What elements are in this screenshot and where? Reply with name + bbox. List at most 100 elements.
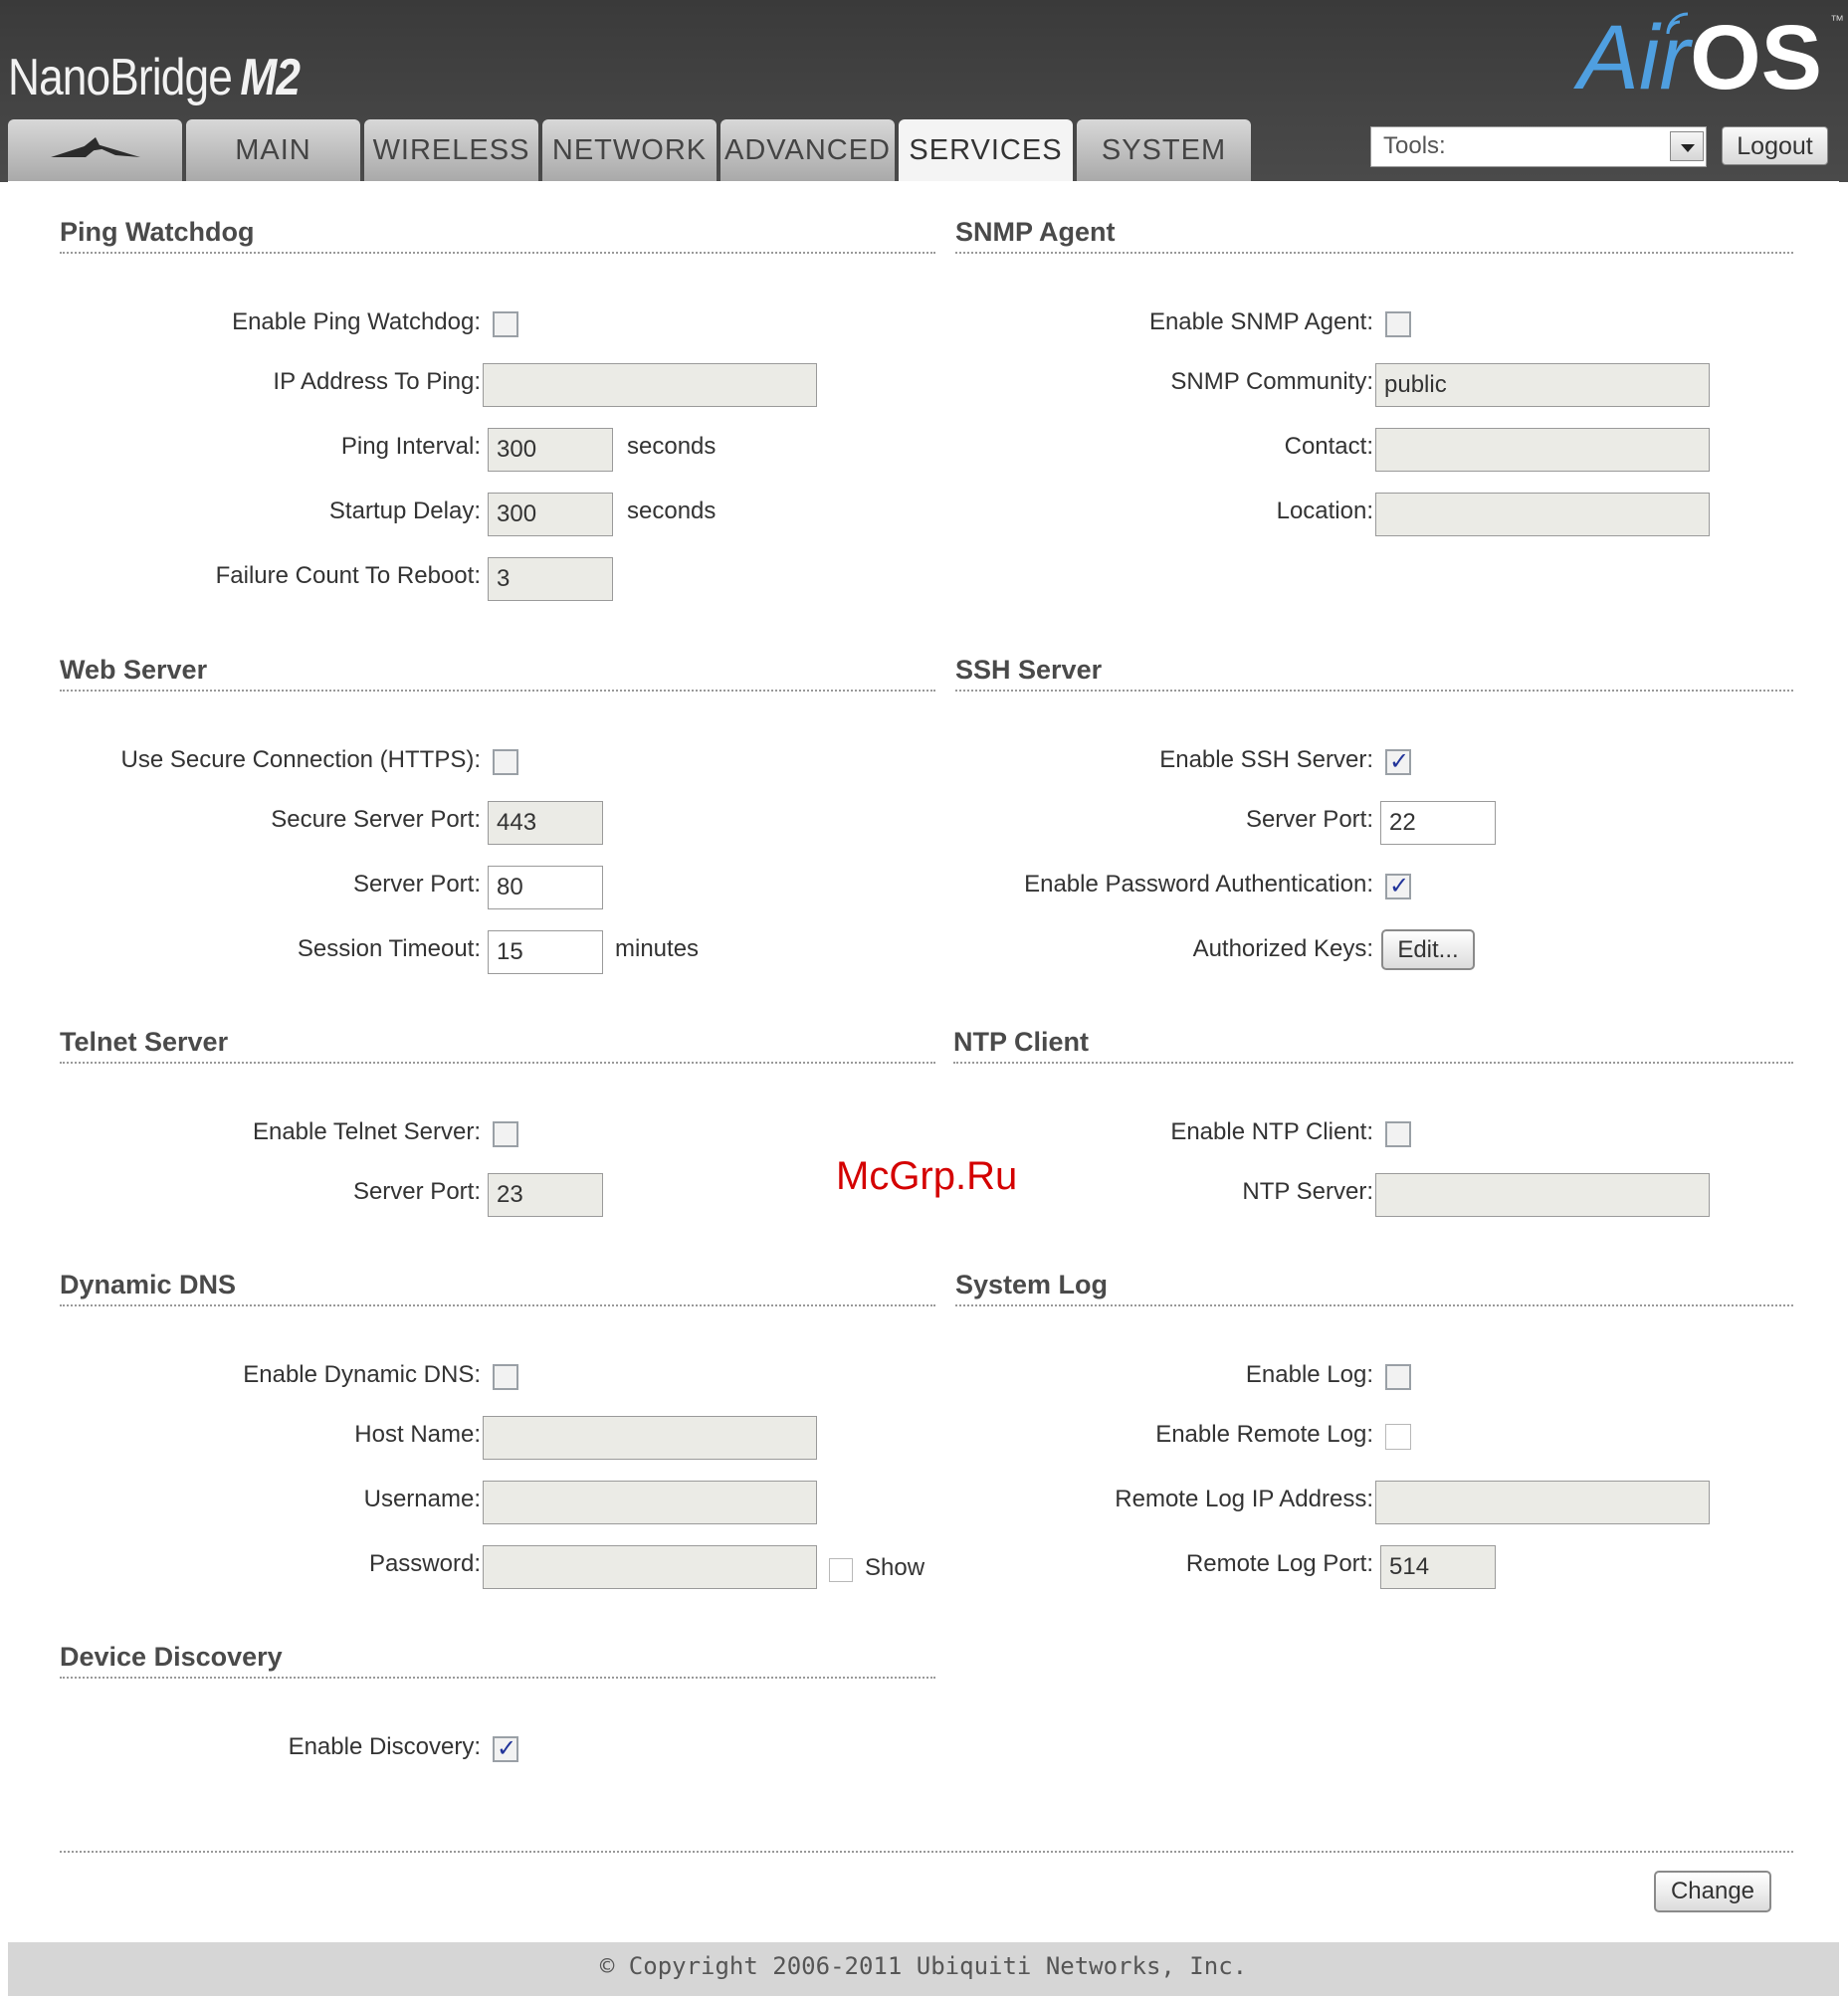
enable-ssh-label: Enable SSH Server: <box>1159 746 1373 773</box>
telnet-port-label: Server Port: <box>352 1178 481 1205</box>
snmp-agent-title: SNMP Agent <box>955 217 1116 247</box>
snmp-contact-input[interactable] <box>1375 428 1710 472</box>
ping-watchdog-title: Ping Watchdog <box>60 217 255 247</box>
tools-dropdown-label: Tools: <box>1383 132 1446 159</box>
snmp-agent-divider <box>955 252 1793 254</box>
change-button[interactable]: Change <box>1654 1871 1771 1912</box>
show-password-checkbox[interactable] <box>829 1558 853 1582</box>
session-timeout-input[interactable]: 15 <box>488 930 603 974</box>
edit-keys-button[interactable]: Edit... <box>1381 929 1475 970</box>
ddns-host-label: Host Name: <box>354 1421 481 1448</box>
tab-advanced[interactable]: ADVANCED <box>720 119 895 181</box>
ip-to-ping-input[interactable] <box>483 363 817 407</box>
ping-watchdog-divider <box>60 252 935 254</box>
remote-log-ip-input[interactable] <box>1375 1481 1710 1524</box>
session-timeout-label: Session Timeout: <box>297 935 481 962</box>
ping-interval-label: Ping Interval: <box>340 433 481 460</box>
product-name-text: NanoBridge <box>8 49 233 106</box>
enable-remote-log-label: Enable Remote Log: <box>1155 1421 1373 1448</box>
enable-telnet-checkbox[interactable] <box>493 1121 518 1147</box>
dynamic-dns-title: Dynamic DNS <box>60 1270 237 1299</box>
snmp-community-input[interactable]: public <box>1375 363 1710 407</box>
ip-to-ping-label: IP Address To Ping: <box>273 368 481 395</box>
telnet-port-input[interactable]: 23 <box>488 1173 603 1217</box>
product-model-text: M2 <box>240 49 301 106</box>
snmp-community-label: SNMP Community: <box>1170 368 1373 395</box>
snmp-contact-label: Contact: <box>1284 433 1373 460</box>
ssh-port-label: Server Port: <box>1245 806 1373 833</box>
wifi-signal-icon <box>1666 12 1689 35</box>
enable-ping-watchdog-checkbox[interactable] <box>493 311 518 337</box>
ddns-password-label: Password: <box>368 1550 481 1577</box>
secure-port-input[interactable]: 443 <box>488 801 603 845</box>
enable-log-checkbox[interactable] <box>1385 1364 1411 1390</box>
tab-logo[interactable] <box>8 119 182 181</box>
ntp-server-input[interactable] <box>1375 1173 1710 1217</box>
enable-snmp-checkbox[interactable] <box>1385 311 1411 337</box>
tab-network[interactable]: NETWORK <box>542 119 717 181</box>
authorized-keys-label: Authorized Keys: <box>1192 935 1373 962</box>
chevron-down-icon[interactable] <box>1670 131 1704 161</box>
device-discovery-title: Device Discovery <box>60 1642 283 1672</box>
enable-telnet-label: Enable Telnet Server: <box>252 1118 481 1145</box>
web-server-port-input[interactable]: 80 <box>488 866 603 909</box>
ping-interval-unit: seconds <box>627 433 717 460</box>
snmp-location-input[interactable] <box>1375 493 1710 536</box>
system-log-divider <box>955 1304 1793 1306</box>
ssh-port-input[interactable]: 22 <box>1380 801 1496 845</box>
airos-services-page: NanoBridge M2 AirOS ™ MAIN WIRELESS NETWOR… <box>0 0 1848 1996</box>
dynamic-dns-divider <box>60 1304 935 1306</box>
ddns-host-input[interactable] <box>483 1416 817 1460</box>
logo-os-text: OS <box>1690 7 1822 108</box>
ssh-server-title: SSH Server <box>955 655 1103 685</box>
watermark-text: McGrp.Ru <box>836 1154 1018 1198</box>
ddns-password-input[interactable] <box>483 1545 817 1589</box>
web-server-port-label: Server Port: <box>352 871 481 898</box>
tab-wireless[interactable]: WIRELESS <box>364 119 538 181</box>
logout-button[interactable]: Logout <box>1722 126 1828 165</box>
product-name: NanoBridge M2 <box>8 48 301 107</box>
tab-main[interactable]: MAIN <box>186 119 360 181</box>
remote-log-port-label: Remote Log Port: <box>1185 1550 1373 1577</box>
enable-remote-log-checkbox[interactable] <box>1385 1424 1411 1450</box>
enable-ssh-checkbox[interactable] <box>1385 747 1411 775</box>
enable-ntp-label: Enable NTP Client: <box>1170 1118 1373 1145</box>
ssh-server-divider <box>955 690 1793 692</box>
failure-count-input[interactable]: 3 <box>488 557 613 601</box>
device-discovery-divider <box>60 1677 935 1679</box>
airos-logo: AirOS ™ <box>1578 6 1844 110</box>
ntp-server-label: NTP Server: <box>1242 1178 1373 1205</box>
footer-bar: © Copyright 2006-2011 Ubiquiti Networks,… <box>8 1942 1839 1996</box>
https-label: Use Secure Connection (HTTPS): <box>120 746 481 773</box>
ping-interval-input[interactable]: 300 <box>488 428 613 472</box>
failure-count-label: Failure Count To Reboot: <box>215 562 481 589</box>
session-timeout-unit: minutes <box>615 935 700 962</box>
enable-discovery-label: Enable Discovery: <box>288 1733 481 1760</box>
enable-discovery-checkbox[interactable] <box>493 1734 518 1762</box>
tab-system[interactable]: SYSTEM <box>1077 119 1251 181</box>
web-server-divider <box>60 690 935 692</box>
password-auth-checkbox[interactable] <box>1385 872 1411 899</box>
logo-tm-text: ™ <box>1830 12 1844 28</box>
form-bottom-divider <box>60 1851 1793 1853</box>
https-checkbox[interactable] <box>493 749 518 775</box>
ddns-username-input[interactable] <box>483 1481 817 1524</box>
secure-port-label: Secure Server Port: <box>271 806 481 833</box>
tab-services[interactable]: SERVICES <box>899 119 1073 182</box>
enable-ddns-label: Enable Dynamic DNS: <box>243 1361 481 1388</box>
password-auth-label: Enable Password Authentication: <box>1024 871 1373 898</box>
startup-delay-unit: seconds <box>627 498 717 524</box>
enable-snmp-label: Enable SNMP Agent: <box>1148 308 1373 335</box>
startup-delay-input[interactable]: 300 <box>488 493 613 536</box>
enable-ntp-checkbox[interactable] <box>1385 1121 1411 1147</box>
header-bar: NanoBridge M2 AirOS ™ MAIN WIRELESS NETWOR… <box>0 0 1848 182</box>
remote-log-port-input[interactable]: 514 <box>1380 1545 1496 1589</box>
startup-delay-label: Startup Delay: <box>328 498 481 524</box>
remote-log-ip-label: Remote Log IP Address: <box>1115 1486 1373 1512</box>
snmp-location-label: Location: <box>1276 498 1373 524</box>
telnet-server-divider <box>60 1062 935 1064</box>
copyright-text: © Copyright 2006-2011 Ubiquiti Networks,… <box>599 1952 1248 1980</box>
enable-ddns-checkbox[interactable] <box>493 1364 518 1390</box>
tools-dropdown[interactable]: Tools: <box>1370 126 1707 167</box>
enable-log-label: Enable Log: <box>1245 1361 1373 1388</box>
